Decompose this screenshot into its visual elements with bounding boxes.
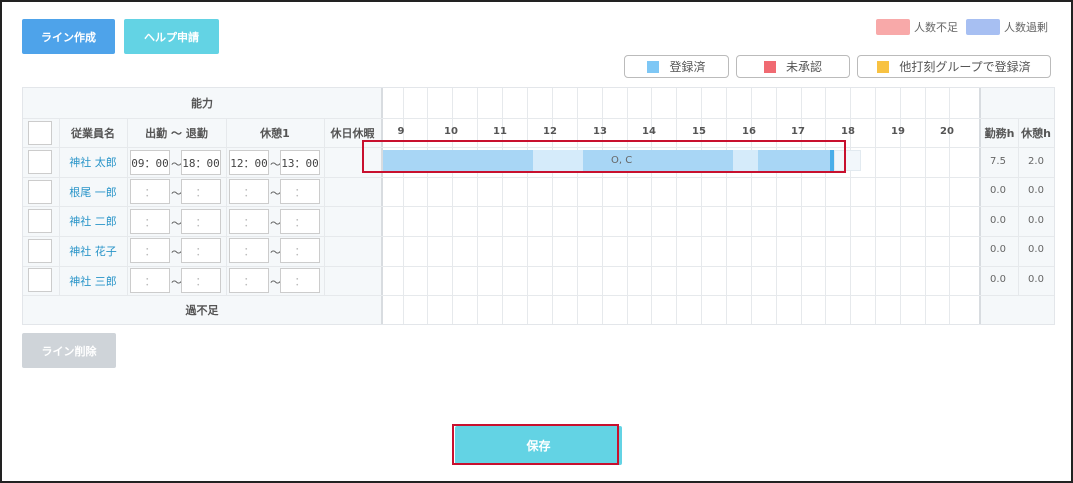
hour-label-12: 12 (543, 126, 557, 137)
line-create-button[interactable]: ライン作成 (22, 19, 115, 54)
break-hours-value: 0.0 (1028, 215, 1044, 226)
break-start-input[interactable]: ： (229, 238, 269, 263)
shift-start-input[interactable]: ： (130, 179, 170, 204)
filter-unapproved-label: 未承認 (785, 60, 822, 74)
hour-label-16: 16 (742, 126, 756, 137)
legend-shortage-label: 人数不足 (914, 21, 958, 34)
break-hours-value: 0.0 (1028, 185, 1044, 196)
break-start-input[interactable]: ： (229, 268, 269, 293)
employee-name[interactable]: 神社 三郎 (59, 266, 127, 295)
hour-label-19: 19 (891, 126, 905, 137)
filter-other-group-button[interactable]: 他打刻グループで登録済 (857, 55, 1051, 78)
break-hours-value: 0.0 (1028, 244, 1044, 255)
shortage-surplus-label: 過不足 (185, 303, 219, 317)
break-start-input[interactable]: ： (229, 179, 269, 204)
legend-surplus-label: 人数過剰 (1004, 21, 1048, 34)
shift-start-input[interactable]: ： (130, 268, 170, 293)
break-end-input[interactable]: 13：00 (280, 150, 320, 175)
work-hours-value: 0.0 (990, 215, 1006, 226)
break-end-input[interactable]: ： (280, 179, 320, 204)
hour-label-11: 11 (493, 126, 507, 137)
break-end-input[interactable]: ： (280, 209, 320, 234)
row-checkbox[interactable] (28, 209, 52, 233)
legend-surplus: 人数過剰 (966, 19, 1048, 35)
hour-label-10: 10 (444, 126, 458, 137)
hour-label-13: 13 (593, 126, 607, 137)
work-hours-value: 0.0 (990, 244, 1006, 255)
main-frame: ライン作成 ヘルプ申請 人数不足 人数過剰 登録済 未承認 他打刻グループで登録… (0, 0, 1073, 483)
shift-start-input[interactable]: 09：00 (130, 150, 170, 175)
hour-label-20: 20 (940, 126, 954, 137)
filter-registered-label: 登録済 (669, 60, 706, 74)
shift-start-input[interactable]: ： (130, 238, 170, 263)
shift-end-input[interactable]: ： (181, 238, 221, 263)
shift-header: 出勤 〜 退勤 (145, 126, 208, 140)
break-end-input[interactable]: ： (280, 268, 320, 293)
shift-end-input[interactable]: ： (181, 268, 221, 293)
break-header: 休憩1 (260, 126, 290, 140)
employee-name[interactable]: 根尾 一郎 (59, 177, 127, 206)
shift-start-input[interactable]: ： (130, 209, 170, 234)
work-hours-value: 0.0 (990, 185, 1006, 196)
work-hours-header: 勤務h (984, 126, 1015, 140)
break-start-input[interactable]: 12：00 (229, 150, 269, 175)
help-request-button[interactable]: ヘルプ申請 (124, 19, 219, 54)
unapproved-swatch (763, 60, 776, 73)
other-group-swatch (877, 60, 890, 73)
shortage-swatch (876, 19, 910, 35)
filter-registered-button[interactable]: 登録済 (624, 55, 729, 78)
ability-header: 能力 (191, 97, 213, 110)
break-start-input[interactable]: ： (229, 209, 269, 234)
hour-label-17: 17 (791, 126, 805, 137)
row-checkbox[interactable] (28, 180, 52, 204)
hour-label-14: 14 (642, 126, 656, 137)
work-hours-value: 0.0 (990, 274, 1006, 285)
highlight-box (452, 424, 619, 465)
hour-label-15: 15 (692, 126, 706, 137)
shift-end-input[interactable]: ： (181, 179, 221, 204)
row-checkbox[interactable] (28, 239, 52, 263)
break-end-input[interactable]: ： (280, 238, 320, 263)
filter-other-group-label: 他打刻グループで登録済 (899, 60, 1031, 74)
shift-end-input[interactable]: ： (181, 209, 221, 234)
hour-label-18: 18 (841, 126, 855, 137)
legend-shortage: 人数不足 (876, 19, 958, 35)
row-checkbox[interactable] (28, 268, 52, 292)
hour-label-9: 9 (397, 126, 405, 137)
employee-name[interactable]: 神社 太郎 (59, 147, 127, 177)
break-hours-value: 2.0 (1028, 156, 1044, 167)
row-checkbox[interactable] (28, 150, 52, 174)
employee-name[interactable]: 神社 花子 (59, 236, 127, 266)
registered-swatch (647, 60, 660, 73)
employee-name[interactable]: 神社 二郎 (59, 206, 127, 236)
surplus-swatch (966, 19, 1000, 35)
break-hours-header: 休憩h (1021, 126, 1051, 140)
break-hours-value: 0.0 (1028, 274, 1044, 285)
highlight-box (362, 140, 846, 173)
work-hours-value: 7.5 (990, 156, 1006, 167)
employee-header: 従業員名 (71, 126, 115, 140)
shift-grid: 能力 従業員名 出勤 〜 退勤 休憩1 休日休暇 勤務h 休憩h 9 10 11… (22, 87, 1055, 325)
select-all-checkbox[interactable] (28, 121, 52, 145)
filter-unapproved-button[interactable]: 未承認 (736, 55, 850, 78)
line-delete-button[interactable]: ライン削除 (22, 333, 116, 368)
shift-end-input[interactable]: 18：00 (181, 150, 221, 175)
